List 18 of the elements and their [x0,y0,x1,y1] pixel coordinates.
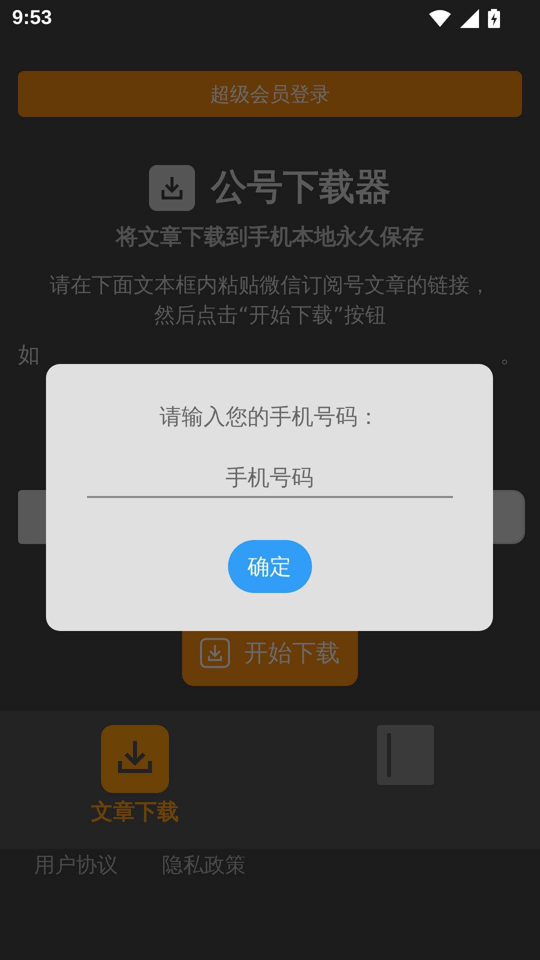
phone-input-field[interactable]: 手机号码 [86,460,452,498]
app-title: 公号下载器 [211,166,391,210]
member-login-button[interactable]: 超级会员登录 [18,71,522,117]
dialog-title: 请输入您的手机号码： [160,404,380,432]
instruction-text: 请在下面文本框内粘贴微信订阅号文章的链接， [48,272,492,299]
instruction-text: 如 [18,342,40,370]
download-icon [149,164,195,210]
status-time: 9:53 [12,6,52,30]
instruction-text: 然后点击“开始下载”按钮 [153,302,387,329]
download-icon [101,725,169,793]
signal-icon [460,8,479,28]
book-icon [376,725,434,785]
confirm-button[interactable]: 确定 [228,540,312,593]
nav-tab[interactable]: 文章下载 [0,725,270,849]
wifi-icon [429,9,451,27]
battery-icon [488,8,500,28]
instruction-text: 。 [500,342,522,370]
download-icon [200,638,230,668]
